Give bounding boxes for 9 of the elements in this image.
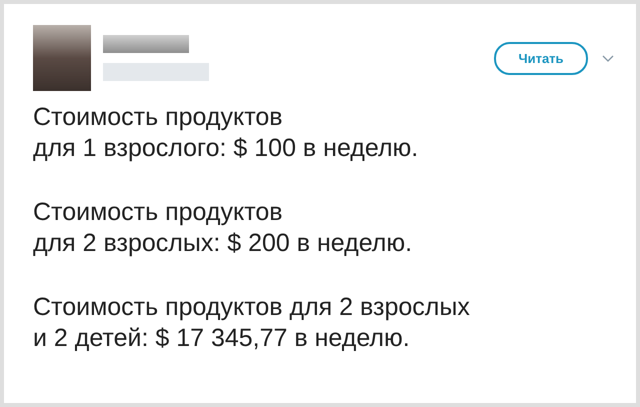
tweet-text-line: для 2 взрослых: $ 200 в неделю.	[33, 228, 414, 259]
tweet-text-line: Стоимость продуктов	[33, 102, 284, 133]
tweet-text-line: и 2 детей: $ 17 345,77 в неделю.	[33, 323, 411, 354]
chevron-down-icon[interactable]	[602, 54, 614, 62]
avatar-photo-placeholder	[33, 25, 91, 91]
tweet-text-line: Стоимость продуктов для 2 взрослых	[33, 292, 471, 323]
tweet-text-line: для 1 взрослого: $ 100 в неделю.	[33, 133, 420, 164]
follow-button[interactable]: Читать	[494, 42, 588, 74]
tweet-text-line: Стоимость продуктов	[33, 197, 284, 228]
